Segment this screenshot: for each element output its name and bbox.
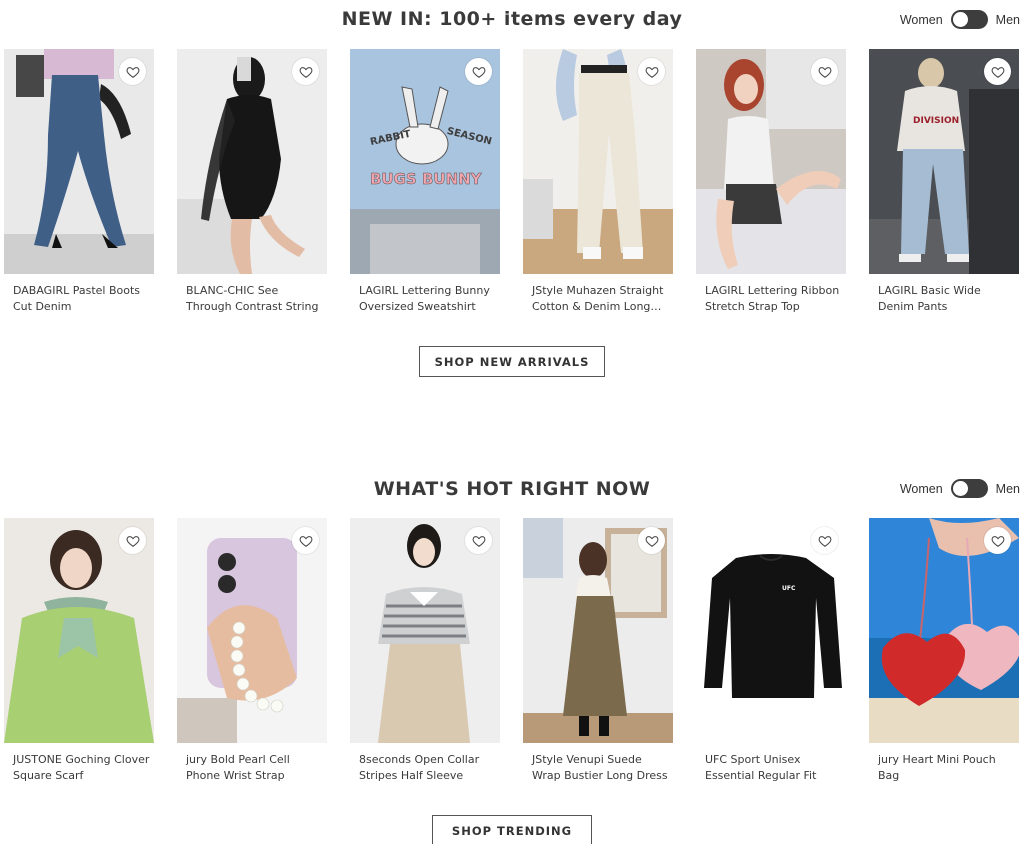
heart-icon [991,66,1004,78]
heart-icon [472,66,485,78]
wishlist-button[interactable] [984,58,1011,85]
product-image[interactable] [4,49,154,274]
product-grid: DABAGIRL Pastel Boots Cut Denim BLANC-CH… [0,49,1024,319]
heart-icon [126,66,139,78]
shop-trending-button[interactable]: SHOP TRENDING [432,815,592,844]
heart-icon [299,66,312,78]
gender-switch[interactable] [950,479,988,498]
product-card[interactable]: JStyle Venupi Suede Wrap Bustier Long Dr… [523,518,673,784]
product-name[interactable]: jury Heart Mini Pouch Bag [869,752,1019,784]
product-name[interactable]: JStyle Muhazen Straight Cotton & Denim L… [523,283,673,315]
product-image[interactable] [696,49,846,274]
heart-icon [991,535,1004,547]
switch-knob [952,12,968,27]
product-card[interactable]: UFC UFC Sport Unisex Essential Regular F… [696,518,846,784]
product-grid: JUSTONE Goching Clover Square Scarf jury… [0,518,1024,788]
wishlist-button[interactable] [292,527,319,554]
heart-icon [472,535,485,547]
gender-toggle: Women Men [900,479,1020,498]
product-card[interactable]: jury Heart Mini Pouch Bag [869,518,1019,784]
gender-switch[interactable] [950,10,988,29]
product-name[interactable]: JUSTONE Goching Clover Square Scarf [4,752,154,784]
wishlist-button[interactable] [638,527,665,554]
product-card[interactable]: LAGIRL Lettering Ribbon Stretch Strap To… [696,49,846,315]
wishlist-button[interactable] [811,58,838,85]
product-name[interactable]: jury Bold Pearl Cell Phone Wrist Strap [177,752,327,784]
product-card[interactable]: DABAGIRL Pastel Boots Cut Denim [4,49,154,315]
product-image[interactable] [177,49,327,274]
heart-icon [299,535,312,547]
heart-icon [645,66,658,78]
heart-icon [818,66,831,78]
section-title: NEW IN: 100+ items every day [341,8,683,30]
tee-logo: UFC [782,585,796,592]
product-image[interactable] [350,518,500,743]
product-image[interactable]: UFC [696,518,846,743]
product-card[interactable]: BLANC-CHIC See Through Contrast String D… [177,49,327,315]
section-title: WHAT'S HOT RIGHT NOW [373,478,651,500]
wishlist-button[interactable] [465,58,492,85]
product-name[interactable]: BLANC-CHIC See Through Contrast String D… [177,283,327,315]
product-name[interactable]: LAGIRL Lettering Ribbon Stretch Strap To… [696,283,846,315]
product-image[interactable] [523,49,673,274]
wishlist-button[interactable] [811,527,838,554]
product-image[interactable] [4,518,154,743]
wishlist-button[interactable] [119,58,146,85]
product-name[interactable]: LAGIRL Basic Wide Denim Pants [869,283,1019,315]
product-name[interactable]: DABAGIRL Pastel Boots Cut Denim [4,283,154,315]
product-image[interactable] [869,518,1019,743]
product-image[interactable]: RABBIT SEASON BUGS BUNNY [350,49,500,274]
heart-icon [645,535,658,547]
toggle-label-women[interactable]: Women [900,13,943,27]
shop-new-arrivals-button[interactable]: SHOP NEW ARRIVALS [419,346,605,377]
product-card[interactable]: JStyle Muhazen Straight Cotton & Denim L… [523,49,673,315]
product-image[interactable] [177,518,327,743]
toggle-label-men[interactable]: Men [996,13,1020,27]
product-image[interactable] [523,518,673,743]
heart-icon [126,535,139,547]
toggle-label-men[interactable]: Men [996,482,1020,496]
product-name[interactable]: UFC Sport Unisex Essential Regular Fit L… [696,752,846,784]
switch-knob [952,481,968,496]
gender-toggle: Women Men [900,10,1020,29]
wishlist-button[interactable] [984,527,1011,554]
wishlist-button[interactable] [292,58,319,85]
product-card[interactable]: DIVISION LAGIRL Basic Wide Denim Pants [869,49,1019,315]
heart-icon [818,535,831,547]
product-card[interactable]: JUSTONE Goching Clover Square Scarf [4,518,154,784]
sweatshirt-print-main: BUGS BUNNY [370,170,483,188]
product-image[interactable]: DIVISION [869,49,1019,274]
product-card[interactable]: RABBIT SEASON BUGS BUNNY LAGIRL Letterin… [350,49,500,315]
wishlist-button[interactable] [638,58,665,85]
product-name[interactable]: LAGIRL Lettering Bunny Oversized Sweatsh… [350,283,500,315]
product-name[interactable]: JStyle Venupi Suede Wrap Bustier Long Dr… [523,752,673,784]
product-name[interactable]: 8seconds Open Collar Stripes Half Sleeve… [350,752,500,784]
hoodie-print: DIVISION [913,116,959,126]
product-card[interactable]: 8seconds Open Collar Stripes Half Sleeve… [350,518,500,784]
wishlist-button[interactable] [465,527,492,554]
product-card[interactable]: jury Bold Pearl Cell Phone Wrist Strap [177,518,327,784]
wishlist-button[interactable] [119,527,146,554]
toggle-label-women[interactable]: Women [900,482,943,496]
